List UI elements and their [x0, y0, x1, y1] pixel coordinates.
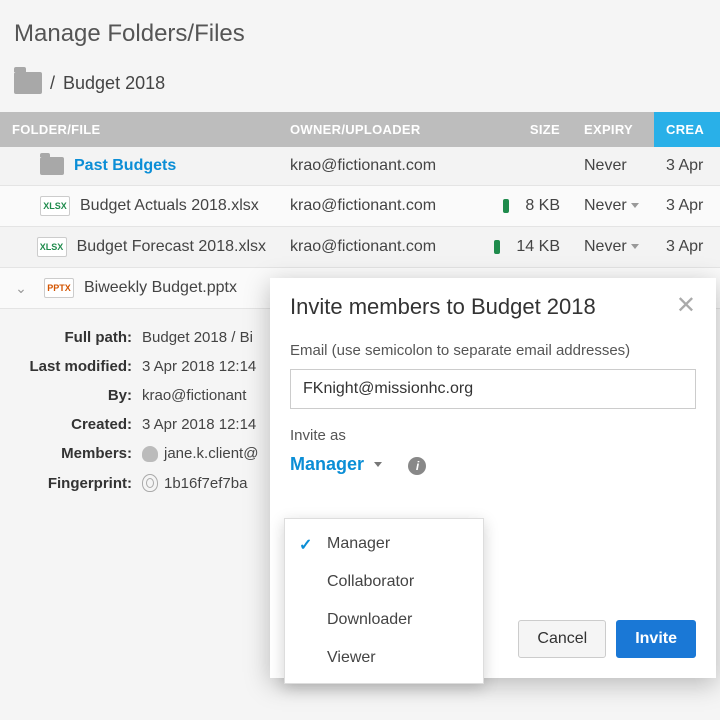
- email-label: Email (use semicolon to separate email a…: [290, 342, 696, 359]
- role-option-collaborator[interactable]: Collaborator: [285, 563, 483, 601]
- chevron-down-icon[interactable]: ⌄: [12, 279, 30, 297]
- file-name[interactable]: Budget Actuals 2018.xlsx: [80, 197, 259, 215]
- detail-value: jane.k.client@: [164, 445, 258, 462]
- pptx-icon: PPTX: [44, 278, 74, 298]
- owner-cell: krao@fictionant.com: [278, 147, 478, 186]
- table-row[interactable]: XLSX Budget Forecast 2018.xlsx krao@fict…: [0, 227, 720, 268]
- chevron-down-icon: [631, 203, 639, 208]
- email-input[interactable]: [290, 369, 696, 409]
- xlsx-icon: XLSX: [37, 237, 67, 257]
- invite-as-label: Invite as: [290, 427, 696, 444]
- table-row[interactable]: XLSX Budget Actuals 2018.xlsx krao@ficti…: [0, 186, 720, 227]
- created-cell: 3 Apr: [654, 186, 720, 227]
- col-created[interactable]: CREA: [654, 112, 720, 147]
- created-cell: 3 Apr: [654, 227, 720, 268]
- breadcrumb-sep: /: [50, 73, 55, 94]
- breadcrumb-folder: Budget 2018: [63, 73, 165, 94]
- invite-button[interactable]: Invite: [616, 620, 696, 658]
- file-name[interactable]: Budget Forecast 2018.xlsx: [77, 238, 266, 256]
- role-selector[interactable]: Manager: [290, 454, 382, 475]
- col-expiry[interactable]: EXPIRY: [572, 112, 654, 147]
- file-name[interactable]: Past Budgets: [74, 157, 176, 175]
- detail-label: Last modified:: [14, 358, 142, 375]
- close-icon[interactable]: ✕: [676, 294, 696, 318]
- table-row[interactable]: Past Budgets krao@fictionant.com Never 3…: [0, 147, 720, 186]
- xlsx-icon: XLSX: [40, 196, 70, 216]
- selected-role: Manager: [290, 454, 364, 475]
- chevron-down-icon: [631, 244, 639, 249]
- status-pill: [494, 240, 500, 254]
- owner-cell: krao@fictionant.com: [278, 227, 478, 268]
- role-option-manager[interactable]: Manager: [285, 525, 483, 563]
- detail-value: 3 Apr 2018 12:14: [142, 358, 256, 375]
- detail-value: 3 Apr 2018 12:14: [142, 416, 256, 433]
- detail-value: Budget 2018 / Bi: [142, 329, 253, 346]
- col-owner[interactable]: OWNER/UPLOADER: [278, 112, 478, 147]
- col-file[interactable]: FOLDER/FILE: [0, 112, 278, 147]
- file-name[interactable]: Biweekly Budget.pptx: [84, 279, 237, 297]
- size-cell: 14 KB: [478, 227, 572, 268]
- modal-title: Invite members to Budget 2018: [290, 294, 596, 320]
- user-icon: [142, 446, 158, 462]
- page-title: Manage Folders/Files: [0, 0, 720, 64]
- expiry-cell[interactable]: Never: [572, 227, 654, 268]
- detail-value: krao@fictionant: [142, 387, 246, 404]
- col-size[interactable]: SIZE: [478, 112, 572, 147]
- detail-label: Members:: [14, 445, 142, 462]
- breadcrumb[interactable]: / Budget 2018: [0, 64, 720, 112]
- info-icon[interactable]: i: [408, 457, 426, 475]
- chevron-down-icon: [374, 462, 382, 467]
- size-cell: 8 KB: [478, 186, 572, 227]
- folder-icon: [40, 157, 64, 175]
- detail-label: Full path:: [14, 329, 142, 346]
- invite-modal: Invite members to Budget 2018 ✕ Email (u…: [270, 278, 716, 678]
- role-option-downloader[interactable]: Downloader: [285, 601, 483, 639]
- detail-label: Fingerprint:: [14, 475, 142, 492]
- expiry-cell[interactable]: Never: [572, 186, 654, 227]
- expiry-cell: Never: [572, 147, 654, 186]
- created-cell: 3 Apr: [654, 147, 720, 186]
- detail-value: 1b16f7ef7ba: [164, 475, 247, 492]
- cancel-button[interactable]: Cancel: [518, 620, 606, 658]
- size-cell: [478, 147, 572, 186]
- fingerprint-icon: [142, 474, 158, 492]
- status-pill: [503, 199, 509, 213]
- detail-label: By:: [14, 387, 142, 404]
- detail-label: Created:: [14, 416, 142, 433]
- role-dropdown: Manager Collaborator Downloader Viewer: [284, 518, 484, 684]
- role-option-viewer[interactable]: Viewer: [285, 639, 483, 677]
- folder-icon: [14, 72, 42, 94]
- owner-cell: krao@fictionant.com: [278, 186, 478, 227]
